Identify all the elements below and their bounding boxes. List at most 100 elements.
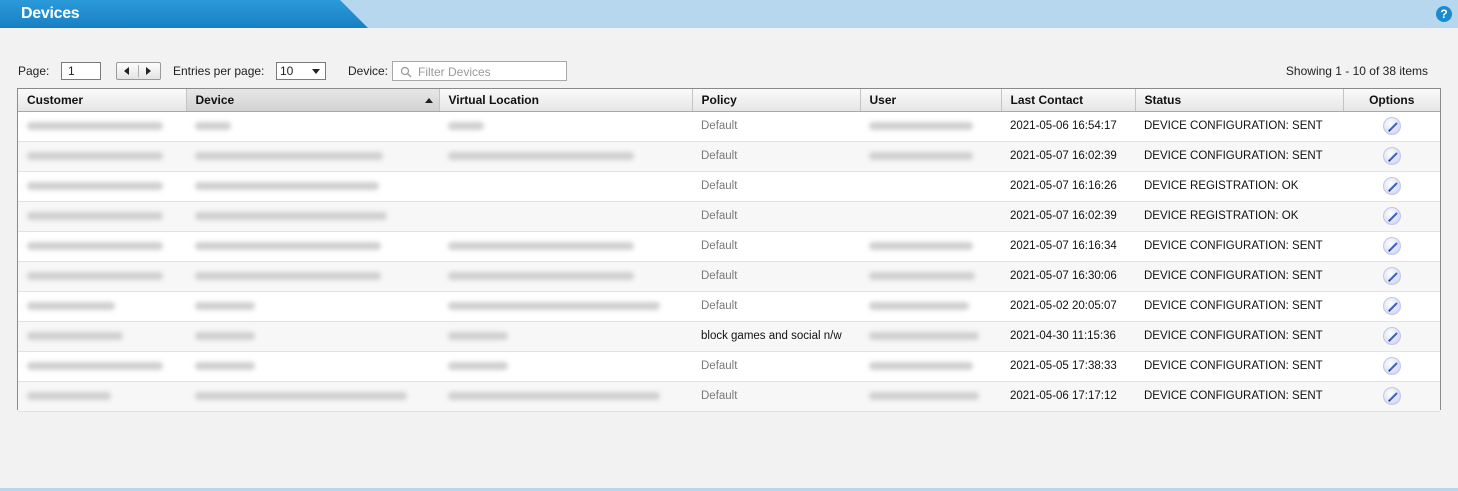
redacted-location bbox=[448, 271, 634, 280]
column-header-last-contact[interactable]: Last Contact bbox=[1001, 89, 1136, 112]
redacted-customer bbox=[27, 271, 163, 280]
cell-status: DEVICE REGISTRATION: OK bbox=[1135, 171, 1343, 202]
column-header-device[interactable]: Device bbox=[186, 89, 440, 112]
cell-virtual-location bbox=[439, 321, 692, 352]
cell-customer bbox=[18, 201, 186, 232]
edit-pencil-icon[interactable] bbox=[1382, 237, 1401, 255]
edit-pencil-icon[interactable] bbox=[1382, 387, 1401, 405]
edit-pencil-icon[interactable] bbox=[1382, 207, 1401, 225]
column-header-status[interactable]: Status bbox=[1135, 89, 1344, 112]
help-icon[interactable]: ? bbox=[1436, 6, 1452, 22]
cell-user bbox=[860, 171, 1001, 202]
next-page-button[interactable] bbox=[139, 63, 160, 79]
page-label: Page: bbox=[18, 64, 50, 78]
column-header-virtual-location[interactable]: Virtual Location bbox=[439, 89, 693, 112]
cell-device bbox=[186, 201, 439, 232]
cell-customer bbox=[18, 381, 186, 412]
cell-customer bbox=[18, 261, 186, 292]
cell-status: DEVICE CONFIGURATION: SENT bbox=[1135, 321, 1343, 352]
cell-user bbox=[860, 291, 1001, 322]
cell-device bbox=[186, 291, 439, 322]
filter-placeholder: Filter Devices bbox=[418, 65, 491, 79]
previous-page-button[interactable] bbox=[117, 63, 138, 79]
redacted-customer bbox=[27, 121, 163, 130]
cell-status: DEVICE CONFIGURATION: SENT bbox=[1135, 381, 1343, 412]
cell-policy: Default bbox=[692, 171, 860, 202]
page-title: Devices bbox=[21, 5, 80, 22]
title-tab: Devices bbox=[0, 0, 368, 28]
redacted-device bbox=[195, 181, 379, 190]
redacted-user bbox=[869, 151, 973, 160]
table-row[interactable]: Default 2021-05-02 20:05:07 DEVICE CONFIGU… bbox=[18, 291, 1440, 322]
entries-value: 10 bbox=[280, 64, 294, 78]
table-row[interactable]: block games and social n/w 2021-04-30 11:… bbox=[18, 321, 1440, 352]
cell-virtual-location bbox=[439, 231, 692, 262]
table-header-row: Customer Device Virtual Location Policy … bbox=[18, 89, 1440, 112]
table-row[interactable]: Default 2021-05-06 17:17:12 DEVICE CONFIGU… bbox=[18, 381, 1440, 412]
cell-customer bbox=[18, 171, 186, 202]
cell-options bbox=[1343, 141, 1440, 172]
redacted-location bbox=[448, 301, 660, 310]
cell-policy: Default bbox=[692, 111, 860, 142]
cell-status: DEVICE REGISTRATION: OK bbox=[1135, 201, 1343, 232]
cell-policy: Default bbox=[692, 291, 860, 322]
table-row[interactable]: Default 2021-05-07 16:16:34 DEVICE CONFIGU… bbox=[18, 231, 1440, 262]
device-filter-input[interactable]: Filter Devices bbox=[392, 61, 567, 81]
cell-status: DEVICE CONFIGURATION: SENT bbox=[1135, 261, 1343, 292]
cell-device bbox=[186, 111, 439, 142]
cell-user bbox=[860, 111, 1001, 142]
edit-pencil-icon[interactable] bbox=[1382, 147, 1401, 165]
table-row[interactable]: Default 2021-05-07 16:02:39 DEVICE CONFIGU… bbox=[18, 141, 1440, 172]
cell-last-contact: 2021-05-05 17:38:33 bbox=[1001, 351, 1135, 382]
cell-options bbox=[1343, 261, 1440, 292]
edit-pencil-icon[interactable] bbox=[1382, 327, 1401, 345]
cell-customer bbox=[18, 141, 186, 172]
cell-last-contact: 2021-05-07 16:16:34 bbox=[1001, 231, 1135, 262]
table-row[interactable]: Default 2021-05-05 17:38:33 DEVICE CONFIGU… bbox=[18, 351, 1440, 382]
entries-per-page-select[interactable]: 10 bbox=[276, 62, 326, 80]
redacted-device bbox=[195, 301, 255, 310]
cell-customer bbox=[18, 321, 186, 352]
pagination-summary: Showing 1 - 10 of 38 items bbox=[1285, 64, 1428, 78]
search-icon bbox=[400, 66, 412, 78]
column-header-policy[interactable]: Policy bbox=[692, 89, 861, 112]
page-number-input[interactable]: 1 bbox=[61, 62, 101, 80]
redacted-device bbox=[195, 211, 387, 220]
redacted-location bbox=[448, 121, 484, 130]
cell-virtual-location bbox=[439, 261, 692, 292]
cell-device bbox=[186, 141, 439, 172]
redacted-customer bbox=[27, 331, 123, 340]
column-header-customer[interactable]: Customer bbox=[18, 89, 187, 112]
cell-options bbox=[1343, 351, 1440, 382]
entries-label: Entries per page: bbox=[173, 64, 265, 78]
cell-options bbox=[1343, 111, 1440, 142]
redacted-device bbox=[195, 121, 231, 130]
table-row[interactable]: Default 2021-05-07 16:30:06 DEVICE CONFIGU… bbox=[18, 261, 1440, 292]
table-row[interactable]: Default 2021-05-07 16:16:26 DEVICE REGISTR… bbox=[18, 171, 1440, 202]
cell-policy: Default bbox=[692, 231, 860, 262]
cell-policy: Default bbox=[692, 261, 860, 292]
edit-pencil-icon[interactable] bbox=[1382, 117, 1401, 135]
edit-pencil-icon[interactable] bbox=[1382, 177, 1401, 195]
table-row[interactable]: Default 2021-05-07 16:02:39 DEVICE REGISTR… bbox=[18, 201, 1440, 232]
cell-device bbox=[186, 171, 439, 202]
cell-last-contact: 2021-05-07 16:16:26 bbox=[1001, 171, 1135, 202]
edit-pencil-icon[interactable] bbox=[1382, 297, 1401, 315]
table-row[interactable]: Default 2021-05-06 16:54:17 DEVICE CONFIGU… bbox=[18, 111, 1440, 142]
cell-status: DEVICE CONFIGURATION: SENT bbox=[1135, 351, 1343, 382]
column-header-user[interactable]: User bbox=[860, 89, 1002, 112]
cell-virtual-location bbox=[439, 381, 692, 412]
redacted-device bbox=[195, 241, 381, 250]
cell-last-contact: 2021-04-30 11:15:36 bbox=[1001, 321, 1135, 352]
cell-options bbox=[1343, 381, 1440, 412]
edit-pencil-icon[interactable] bbox=[1382, 267, 1401, 285]
redacted-user bbox=[869, 361, 973, 370]
cell-user bbox=[860, 231, 1001, 262]
devices-table: Customer Device Virtual Location Policy … bbox=[17, 88, 1441, 412]
redacted-customer bbox=[27, 301, 115, 310]
redacted-device bbox=[195, 361, 255, 370]
cell-virtual-location bbox=[439, 351, 692, 382]
cell-customer bbox=[18, 291, 186, 322]
edit-pencil-icon[interactable] bbox=[1382, 357, 1401, 375]
cell-status: DEVICE CONFIGURATION: SENT bbox=[1135, 231, 1343, 262]
